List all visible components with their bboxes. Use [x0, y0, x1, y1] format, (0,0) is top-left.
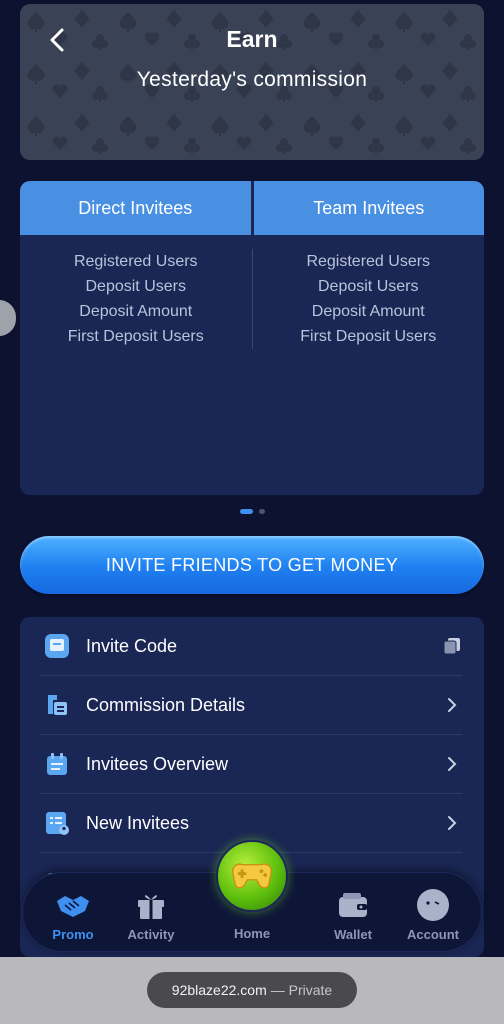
url-domain: 92blaze22.com [171, 982, 267, 998]
menu-item-label: New Invitees [86, 812, 190, 833]
nav-promo[interactable]: Promo [33, 887, 113, 942]
nav-home-button[interactable] [216, 840, 288, 912]
stat-label: Registered Users [306, 253, 431, 270]
handshake-icon [57, 896, 89, 917]
gamepad-icon [232, 863, 272, 889]
chevron-right-icon [448, 757, 457, 771]
menu-item-label: Commission Details [86, 694, 246, 715]
stat-label: Registered Users [73, 253, 198, 270]
tab-team-invitees[interactable]: Team Invitees [250, 181, 484, 235]
carousel-dots [0, 509, 504, 514]
stat-label: First Deposit Users [300, 328, 437, 345]
wallet-icon [339, 893, 367, 917]
nav-label: Wallet [334, 927, 372, 942]
stat-label: Deposit Users [318, 278, 419, 295]
checklist-user-icon [46, 812, 69, 835]
account-face-icon [417, 889, 449, 921]
nav-label: Account [407, 927, 459, 942]
nav-account[interactable]: Account [393, 887, 473, 942]
menu-item-label: Invitees Overview [86, 753, 229, 774]
menu-item-invite-code[interactable]: Invite Code [40, 617, 462, 676]
chevron-right-icon [448, 698, 457, 712]
browser-url-pill[interactable]: 92blaze22.com — Private [147, 972, 357, 1008]
calendar-icon [47, 753, 67, 775]
copy-icon[interactable] [442, 636, 462, 656]
floating-side-handle[interactable] [0, 300, 16, 336]
nav-activity[interactable]: Activity [111, 887, 191, 942]
nav-label-home: Home [233, 926, 271, 941]
gift-icon [138, 895, 164, 919]
team-invitees-stats: Registered Users Deposit Users Deposit A… [253, 249, 485, 349]
nav-label: Activity [127, 927, 175, 942]
menu-item-commission-details[interactable]: Commission Details [40, 676, 462, 735]
menu-item-invitees-overview[interactable]: Invitees Overview [40, 735, 462, 794]
invitees-tabs: Direct Invitees Team Invitees [20, 181, 484, 235]
carousel-dot[interactable] [258, 509, 265, 514]
menu-item-label: Invite Code [86, 635, 178, 656]
stat-label: Deposit Amount [79, 303, 193, 320]
private-mode-label: — Private [270, 982, 333, 998]
inbox-icon [45, 634, 69, 658]
nav-label: Promo [52, 927, 94, 942]
tab-direct-invitees[interactable]: Direct Invitees [20, 181, 251, 235]
stat-label: Deposit Amount [311, 303, 425, 320]
stat-label: Deposit Users [85, 278, 186, 295]
carousel-dot-active[interactable] [239, 509, 253, 514]
header-card: Earn Yesterday's commission [20, 4, 484, 160]
invite-friends-button[interactable]: INVITE FRIENDS TO GET MONEY [20, 536, 484, 594]
page-subtitle: Yesterday's commission [136, 68, 368, 91]
document-icon [48, 695, 67, 715]
invitees-card: Direct Invitees Team Invitees Registered… [20, 181, 484, 495]
direct-invitees-stats: Registered Users Deposit Users Deposit A… [20, 249, 252, 349]
stat-label: First Deposit Users [67, 328, 204, 345]
page-title: Earn [226, 26, 278, 52]
chevron-right-icon [448, 816, 457, 830]
nav-wallet[interactable]: Wallet [313, 887, 393, 942]
